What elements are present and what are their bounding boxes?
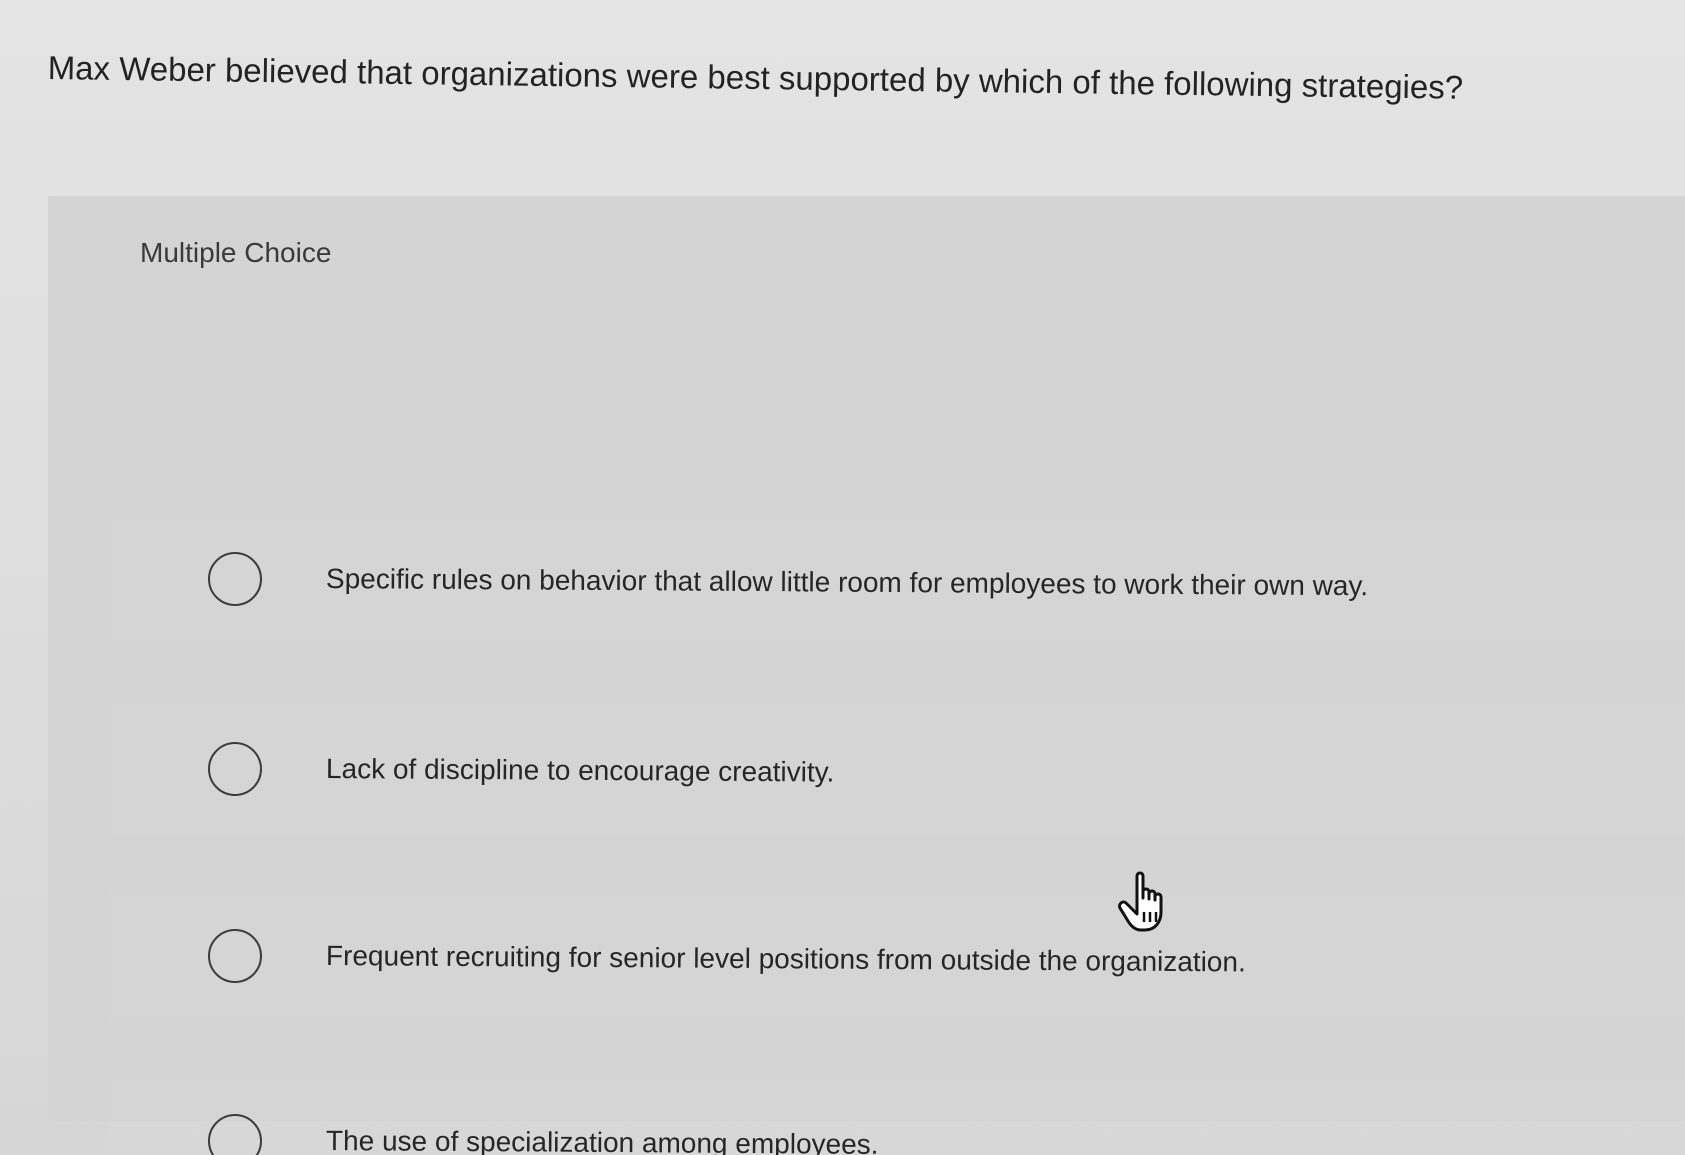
question-text: Max Weber believed that organizations we… (47, 48, 1464, 106)
hand-pointer-icon (1118, 871, 1163, 932)
radio-button-4[interactable] (208, 1114, 262, 1155)
answer-option-1[interactable]: Specific rules on behavior that allow li… (108, 514, 1685, 644)
answer-option-2[interactable]: Lack of discipline to encourage creativi… (108, 704, 1685, 834)
multiple-choice-panel: Multiple Choice Specific rules on behavi… (48, 196, 1685, 1155)
answer-label-2: Lack of discipline to encourage creativi… (325, 753, 835, 788)
radio-button-2[interactable] (208, 742, 262, 796)
section-label: Multiple Choice (140, 237, 332, 268)
answer-label-3: Frequent recruiting for senior level pos… (325, 940, 1246, 978)
answer-label-4: The use of specialization among employee… (325, 1125, 879, 1155)
answer-option-4[interactable]: The use of specialization among employee… (108, 1076, 1685, 1155)
radio-button-3[interactable] (208, 929, 262, 983)
radio-button-1[interactable] (208, 552, 262, 606)
answer-label-1: Specific rules on behavior that allow li… (325, 563, 1369, 602)
answer-option-3[interactable]: Frequent recruiting for senior level pos… (108, 891, 1685, 1021)
